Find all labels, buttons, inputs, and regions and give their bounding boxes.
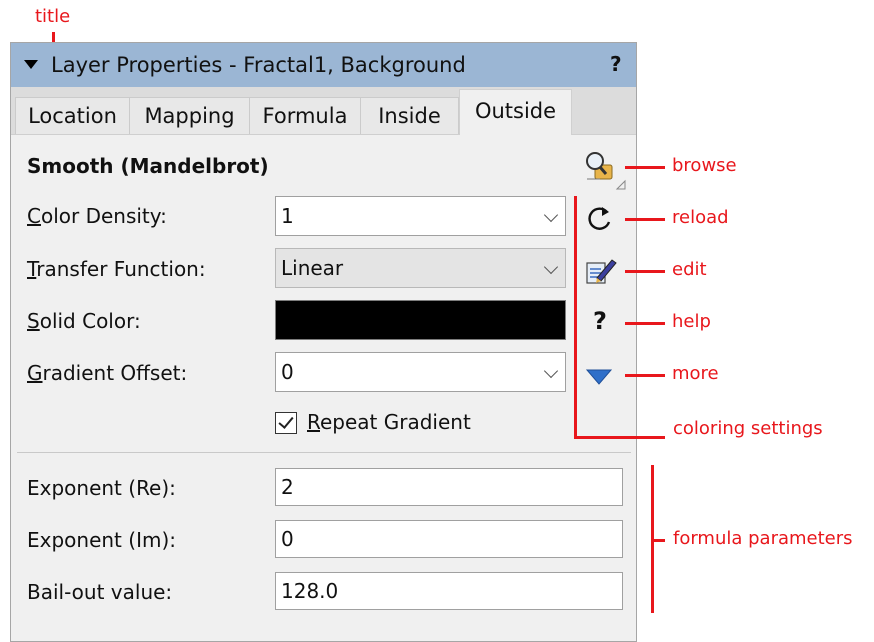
browse-icon[interactable] bbox=[583, 149, 627, 193]
transfer-function-label: Transfer Function: bbox=[27, 257, 206, 281]
annotation-more: more bbox=[672, 363, 719, 384]
annotation-coloring-vertical bbox=[574, 196, 577, 438]
reload-icon[interactable] bbox=[585, 204, 615, 234]
repeat-gradient-checkbox[interactable] bbox=[275, 412, 297, 434]
annotation-edit: edit bbox=[672, 259, 707, 280]
gradient-offset-label: Gradient Offset: bbox=[27, 361, 187, 385]
tab-bar: Location Mapping Formula Inside Outside bbox=[11, 87, 636, 135]
browse-icon-graphic bbox=[586, 152, 626, 190]
edit-icon-graphic bbox=[586, 259, 617, 284]
exponent-im-label: Exponent (Im): bbox=[27, 528, 176, 552]
chevron-down-icon bbox=[543, 207, 559, 223]
gradient-offset-accesskey: G bbox=[27, 361, 43, 385]
annotation-reload-line bbox=[625, 218, 665, 221]
section-divider bbox=[17, 452, 631, 453]
color-density-combo[interactable]: 1 bbox=[275, 196, 566, 236]
collapse-triangle-icon[interactable] bbox=[24, 60, 38, 69]
transfer-function-select[interactable]: Linear bbox=[275, 248, 566, 288]
chevron-down-icon bbox=[543, 363, 559, 379]
exponent-re-label: Exponent (Re): bbox=[27, 476, 176, 500]
more-icon[interactable] bbox=[585, 368, 613, 386]
color-density-value: 1 bbox=[281, 204, 294, 228]
panel-title: Layer Properties - Fractal1, Background bbox=[51, 53, 466, 77]
gradient-offset-combo[interactable]: 0 bbox=[275, 352, 566, 392]
chevron-down-icon bbox=[543, 259, 559, 275]
annotation-formula-parameters: formula parameters bbox=[673, 528, 853, 549]
gradient-offset-value: 0 bbox=[281, 360, 294, 384]
color-density-accesskey: C bbox=[27, 204, 41, 228]
annotation-reload: reload bbox=[672, 207, 729, 228]
solid-color-label: Solid Color: bbox=[27, 309, 141, 333]
repeat-gradient-label-text: epeat Gradient bbox=[320, 410, 471, 434]
help-icon[interactable]: ? bbox=[589, 307, 611, 337]
annotation-help: help bbox=[672, 311, 711, 332]
annotation-title: title bbox=[35, 6, 71, 27]
annotation-formula-horizontal bbox=[651, 539, 665, 542]
annotation-help-line bbox=[625, 322, 665, 325]
exponent-re-field[interactable]: 2 bbox=[275, 468, 623, 506]
solid-color-accesskey: S bbox=[27, 309, 40, 333]
bailout-field[interactable]: 128.0 bbox=[275, 572, 623, 610]
transfer-function-label-text: ransfer Function: bbox=[36, 257, 206, 281]
annotation-browse: browse bbox=[672, 155, 737, 176]
formula-name: Smooth (Mandelbrot) bbox=[27, 154, 269, 178]
solid-color-label-text: olid Color: bbox=[39, 309, 141, 333]
tab-location[interactable]: Location bbox=[15, 97, 129, 134]
panel-titlebar[interactable]: Layer Properties - Fractal1, Background … bbox=[11, 43, 636, 88]
tab-mapping[interactable]: Mapping bbox=[129, 97, 249, 134]
layer-properties-panel: Layer Properties - Fractal1, Background … bbox=[10, 42, 637, 642]
annotation-browse-line bbox=[625, 166, 665, 169]
transfer-function-value: Linear bbox=[281, 256, 344, 280]
repeat-gradient-label[interactable]: Repeat Gradient bbox=[307, 410, 471, 434]
annotation-edit-line bbox=[625, 270, 665, 273]
bailout-label: Bail-out value: bbox=[27, 580, 173, 604]
tab-inside[interactable]: Inside bbox=[360, 97, 459, 134]
annotation-more-line bbox=[625, 374, 665, 377]
solid-color-swatch[interactable] bbox=[275, 300, 566, 340]
tab-formula[interactable]: Formula bbox=[249, 97, 360, 134]
annotation-coloring-horizontal bbox=[574, 436, 665, 439]
color-density-label: Color Density: bbox=[27, 204, 167, 228]
reload-icon-graphic bbox=[588, 207, 611, 230]
transfer-function-accesskey: T bbox=[27, 257, 37, 281]
repeat-gradient-accesskey: R bbox=[307, 410, 320, 434]
gradient-offset-label-text: radient Offset: bbox=[42, 361, 188, 385]
annotation-coloring-settings: coloring settings bbox=[673, 418, 823, 439]
more-icon-graphic bbox=[585, 369, 613, 385]
edit-icon[interactable] bbox=[584, 254, 618, 288]
color-density-label-text: olor Density: bbox=[40, 204, 167, 228]
panel-help-button[interactable]: ? bbox=[610, 52, 622, 76]
exponent-im-field[interactable]: 0 bbox=[275, 520, 623, 558]
tab-outside[interactable]: Outside bbox=[459, 89, 572, 135]
